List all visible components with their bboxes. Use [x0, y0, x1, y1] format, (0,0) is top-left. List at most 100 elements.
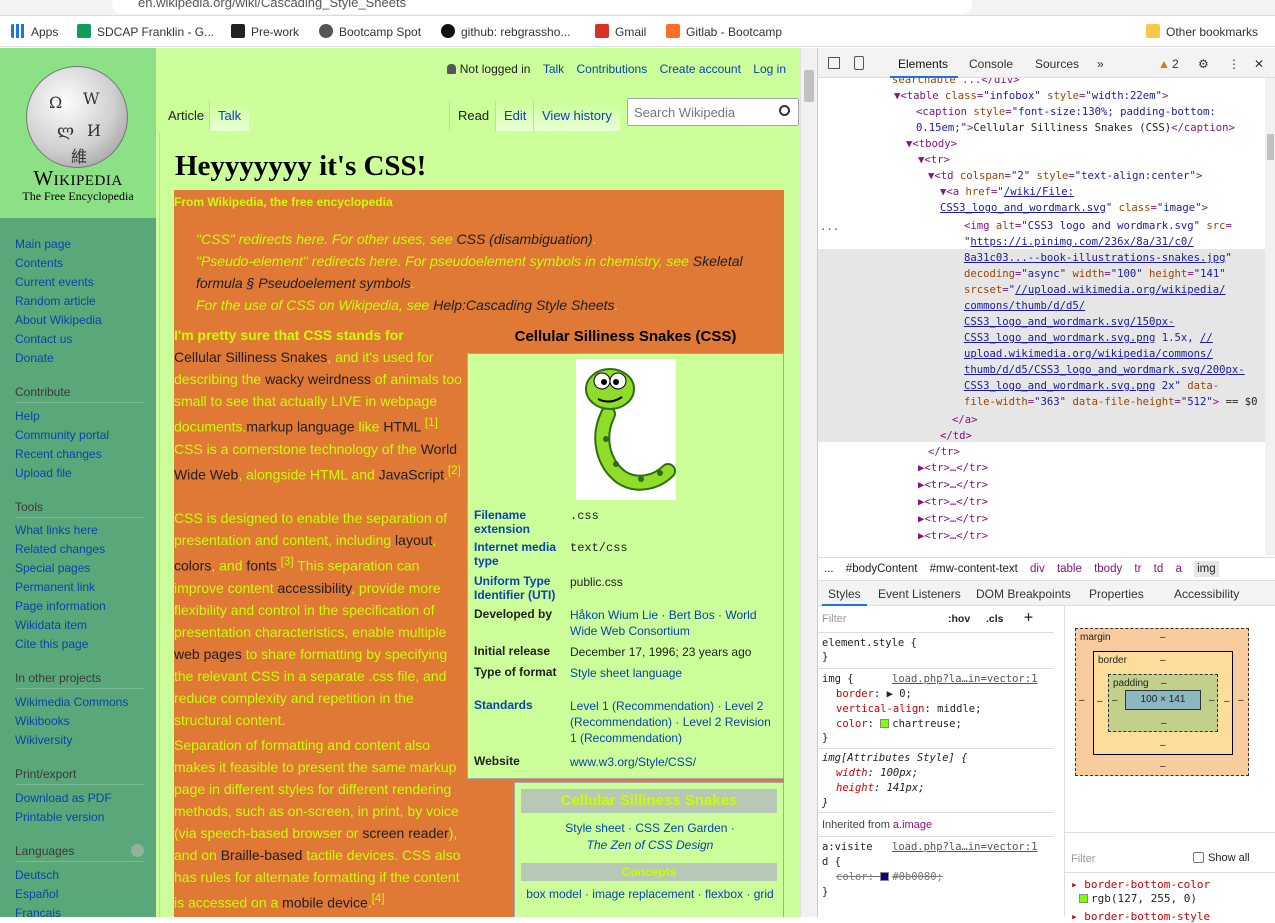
search-input[interactable]: Search Wikipedia	[627, 98, 799, 126]
navy-swatch[interactable]	[880, 872, 890, 881]
crumb[interactable]: td	[1154, 563, 1164, 575]
tab-console[interactable]: Console	[969, 57, 1013, 71]
link[interactable]: markup language	[246, 419, 354, 435]
link[interactable]: screen reader	[362, 825, 448, 841]
dom-tree[interactable]: searchable ...</div> ▼<table class="info…	[818, 78, 1265, 555]
style-decl[interactable]: vertical-align: middle;	[836, 702, 981, 717]
nav-wikibooks[interactable]: Wikibooks	[15, 712, 128, 731]
address-bar[interactable]: en.wikipedia.org/wiki/Cascading_Style_Sh…	[112, 0, 972, 14]
search-icon[interactable]	[779, 105, 790, 116]
tab-accessibility[interactable]: Accessibility	[1174, 587, 1239, 601]
kebab-menu-icon[interactable]: ⋮	[1228, 57, 1240, 71]
style-rule[interactable]: element.style {	[822, 636, 917, 651]
nav-wikiversity[interactable]: Wikiversity	[15, 731, 128, 750]
crumb[interactable]: tbody	[1094, 563, 1122, 575]
scroll-thumb[interactable]	[804, 70, 814, 102]
navbox-line[interactable]: Style sheet · CSS Zen Garden ·	[515, 821, 785, 835]
add-rule-icon[interactable]: +	[1024, 610, 1033, 625]
lang-espanol[interactable]: Español	[15, 885, 61, 904]
dom-line[interactable]: </a>	[952, 412, 978, 428]
lang-deutsch[interactable]: Deutsch	[15, 866, 61, 885]
link[interactable]: accessibility	[278, 580, 352, 596]
link[interactable]: JavaScript	[379, 466, 444, 482]
dom-line[interactable]: ▼<table class="infobox" style="width:22e…	[894, 88, 1168, 104]
nav-special-pages[interactable]: Special pages	[15, 559, 106, 578]
dom-line[interactable]: ▶<tr>…</tr>	[918, 494, 988, 510]
website-link[interactable]: www.w3.org/Style/CSS/	[570, 754, 780, 770]
create-account-link[interactable]: Create account	[660, 62, 741, 76]
bookmark-other[interactable]: Other bookmarks	[1146, 24, 1258, 39]
dom-line[interactable]: ▶<tr>…</tr>	[918, 511, 988, 527]
tab-read[interactable]: Read	[449, 101, 498, 131]
nav-current-events[interactable]: Current events	[15, 273, 102, 292]
link[interactable]: mobile device	[282, 895, 368, 911]
css-snake-image[interactable]	[576, 359, 676, 500]
crumb[interactable]: #bodyContent	[846, 563, 918, 575]
bookmark-github[interactable]: github: rebgrassho...	[441, 24, 570, 39]
contributions-link[interactable]: Contributions	[577, 62, 648, 76]
nav-related-changes[interactable]: Related changes	[15, 540, 106, 559]
link[interactable]: layout	[395, 532, 432, 548]
crumb[interactable]: div	[1030, 563, 1045, 575]
page-scrollbar[interactable]	[800, 48, 817, 917]
gear-icon[interactable]	[131, 844, 144, 857]
dom-line[interactable]: ▶<tr>…</tr>	[918, 528, 988, 544]
lang-francais[interactable]: Français	[15, 904, 61, 917]
computed-prop[interactable]: ▸ border-bottom-color	[1071, 878, 1210, 891]
margin-box[interactable]: margin – – – – border – – – – padding – …	[1075, 628, 1249, 776]
chartreuse-swatch[interactable]	[880, 719, 890, 728]
nav-printable-version[interactable]: Printable version	[15, 808, 112, 827]
warning-icon[interactable]: ▲	[1158, 57, 1170, 71]
tab-article[interactable]: Article	[160, 101, 213, 131]
styles-filter[interactable]: Filter	[822, 612, 846, 627]
link[interactable]: web pages	[174, 646, 242, 662]
nav-community-portal[interactable]: Community portal	[15, 426, 109, 445]
bookmark-gitlab[interactable]: Gitlab - Bootcamp	[666, 24, 782, 39]
dom-line[interactable]: ▶<tr>…</tr>	[918, 477, 988, 493]
crumb[interactable]: a	[1175, 563, 1181, 575]
nav-wikidata-item[interactable]: Wikidata item	[15, 616, 106, 635]
wikipedia-logo[interactable]: ΩW ლИ 維 Wikipedia The Free Encyclopedia	[0, 48, 156, 218]
nav-cite-page[interactable]: Cite this page	[15, 635, 106, 654]
personal-talk-link[interactable]: Talk	[543, 62, 564, 76]
dom-line[interactable]: <caption style="font-size:130%; padding-…	[916, 104, 1216, 120]
nav-random-article[interactable]: Random article	[15, 292, 102, 311]
tab-sources[interactable]: Sources	[1035, 57, 1079, 71]
bookmark-sdcap[interactable]: SDCAP Franklin - G...	[77, 24, 214, 39]
bookmark-prework[interactable]: Pre-work	[231, 24, 299, 39]
crumb[interactable]: #mw-content-text	[930, 563, 1018, 575]
cls-button[interactable]: .cls	[986, 612, 1004, 627]
content-box[interactable]: 100 × 141	[1125, 690, 1201, 710]
standards-links[interactable]: Level 1 (Recommendation) · Level 2 (Reco…	[570, 698, 780, 746]
crumb[interactable]: ...	[824, 563, 834, 575]
bookmark-bootcamp-spot[interactable]: Bootcamp Spot	[319, 24, 421, 39]
nav-recent-changes[interactable]: Recent changes	[15, 445, 109, 464]
more-tabs-icon[interactable]: »	[1097, 57, 1104, 71]
hatnote-link[interactable]: CSS (disambiguation)	[457, 231, 593, 247]
tab-elements[interactable]: Elements	[889, 57, 959, 78]
style-rule[interactable]: a:visite load.php?la…in=vector:1	[822, 840, 1037, 855]
tab-properties[interactable]: Properties	[1089, 587, 1144, 601]
border-box[interactable]: border – – – – padding – – – – 100 × 141	[1093, 651, 1233, 755]
crumb[interactable]: tr	[1134, 563, 1141, 575]
developers-link[interactable]: Håkon Wium Lie · Bert Bos · World Wide W…	[570, 607, 780, 639]
hov-button[interactable]: :hov	[948, 612, 970, 627]
nav-wikimedia-commons[interactable]: Wikimedia Commons	[15, 693, 128, 712]
navbox-line[interactable]: box model · image replacement · flexbox …	[515, 887, 785, 901]
nav-download-pdf[interactable]: Download as PDF	[15, 789, 112, 808]
dom-line[interactable]: ▶<tr>…</tr>	[918, 460, 988, 476]
dom-line[interactable]: <img alt="CSS3 logo and wordmark.svg" sr…	[964, 218, 1232, 234]
inspect-icon[interactable]	[828, 57, 840, 69]
hatnote-link[interactable]: Help:Cascading Style Sheets	[433, 297, 614, 313]
nav-help[interactable]: Help	[15, 407, 109, 426]
scroll-thumb[interactable]	[1267, 134, 1274, 160]
style-decl[interactable]: color: chartreuse;	[836, 717, 962, 732]
crumb-selected[interactable]: img	[1194, 561, 1219, 577]
style-decl[interactable]: color: #0b0080;	[836, 870, 943, 885]
tab-dom-breakpoints[interactable]: DOM Breakpoints	[976, 587, 1071, 601]
dom-line[interactable]: ▼<a href="/wiki/File:	[940, 184, 1074, 200]
link[interactable]: Braille-based	[221, 847, 303, 863]
dom-line[interactable]: </tr>	[928, 444, 960, 460]
style-decl[interactable]: border: ▶ 0;	[836, 687, 912, 702]
tab-edit[interactable]: Edit	[495, 101, 535, 131]
